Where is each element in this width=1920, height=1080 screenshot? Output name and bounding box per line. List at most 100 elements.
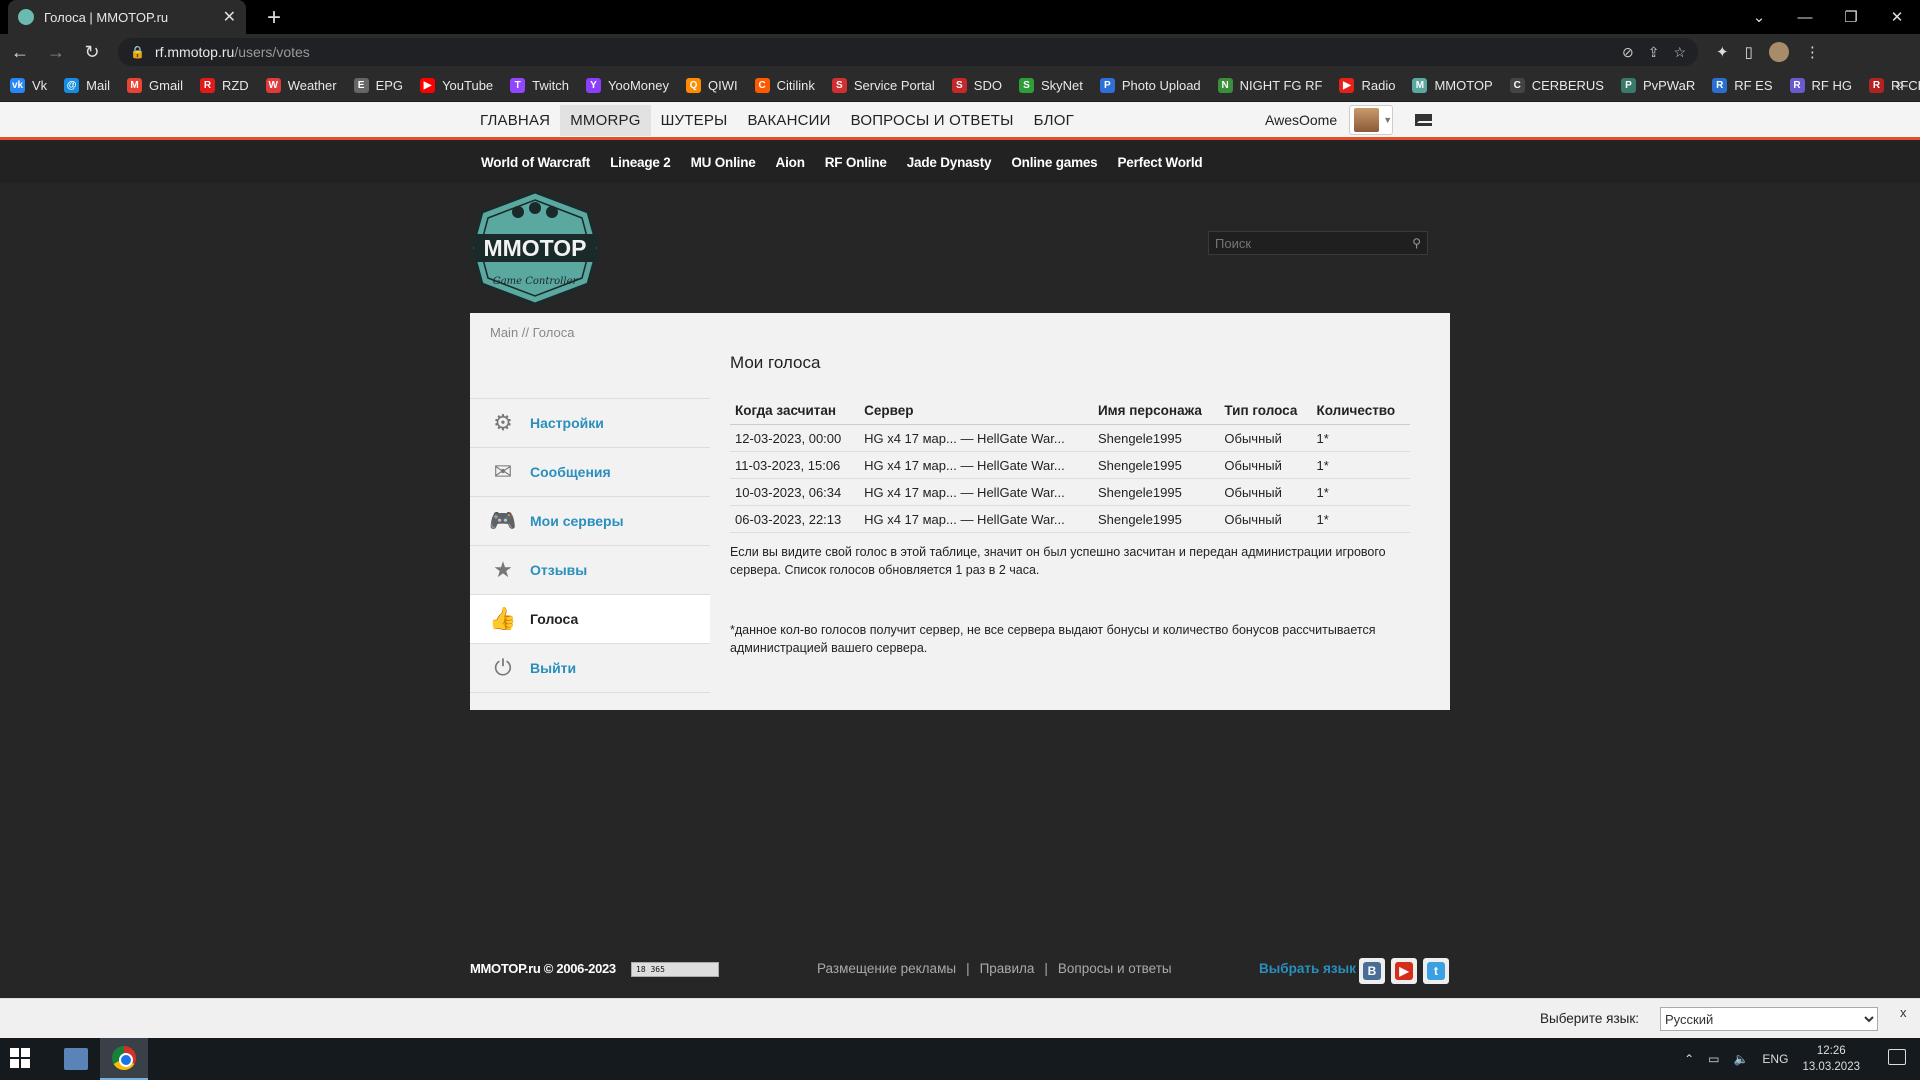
bookmark-item[interactable]: P Photo Upload [1099,78,1201,93]
bookmark-item[interactable]: Y YooMoney [586,78,669,93]
table-row: 12-03-2023, 00:00 HG x4 17 мар... — HellG… [730,424,1410,452]
game-link[interactable]: World of Warcraft [481,155,590,170]
game-link[interactable]: Lineage 2 [610,155,671,170]
bookmark-item[interactable]: Q QIWI [685,78,738,93]
profile-avatar[interactable] [1768,42,1789,62]
restore-icon[interactable]: ❐ [1828,0,1874,34]
username[interactable]: AwesOome [1265,112,1337,128]
game-link[interactable]: Perfect World [1118,155,1203,170]
sidebar-item[interactable]: ⏻ Выйти [470,644,710,693]
main-menu-item[interactable]: ВАКАНСИИ [738,105,841,136]
volume-icon[interactable]: 🔈 [1733,1052,1748,1066]
footer-link[interactable]: Правила [980,961,1035,976]
browser-tab[interactable]: Голоса | MMOTOP.ru ✕ [8,0,246,34]
sidebar-item[interactable]: 👍 Голоса [470,595,710,644]
bookmark-item[interactable]: E EPG [353,78,403,93]
language-select[interactable]: Русский [1660,1007,1878,1031]
game-link[interactable]: Aion [776,155,805,170]
back-button[interactable]: ← [4,36,36,68]
bookmark-favicon-icon: @ [64,78,80,93]
main-menu-item[interactable]: БЛОГ [1024,105,1084,136]
main-menu-item[interactable]: ШУТЕРЫ [651,105,738,136]
server-name[interactable]: HG x4 17 мар... — HellGate War... [859,505,1093,533]
forward-button[interactable]: → [40,36,72,68]
main-menu-item[interactable]: MMORPG [560,104,651,136]
bookmark-item[interactable]: S Service Portal [831,78,935,93]
extensions-icon[interactable]: ✦ [1716,43,1729,61]
bookmark-item[interactable]: C CERBERUS [1509,78,1604,93]
menu-icon[interactable]: ⋮ [1805,43,1820,61]
breadcrumb[interactable]: Main // Голоса [490,325,574,340]
sidebar-item-label: Сообщения [530,464,611,480]
clock[interactable]: 12:26 13.03.2023 [1802,1043,1860,1075]
search-icon[interactable]: ⚲ [1412,236,1421,250]
bookmark-item[interactable]: T Twitch [510,78,569,93]
bookmark-item[interactable]: @ Mail [64,78,110,93]
mail-icon[interactable] [1415,114,1433,126]
gear-icon: ⚙ [493,410,513,435]
mmotop-logo[interactable]: MMOTOP Game Controller [470,190,600,306]
bookmark-item[interactable]: ▶ Radio [1339,78,1395,93]
close-language-bar-icon[interactable]: x [1900,1005,1907,1020]
game-link[interactable]: RF Online [825,155,887,170]
sidebar-item[interactable]: ⚙ Настройки [470,399,710,448]
main-menu-item[interactable]: ГЛАВНАЯ [470,105,560,136]
taskbar-app-icon[interactable] [52,1038,100,1080]
taskbar-chrome-icon[interactable] [100,1038,148,1080]
game-link[interactable]: MU Online [691,155,756,170]
close-tab-icon[interactable]: ✕ [223,7,236,27]
footer-link[interactable]: Размещение рекламы [817,961,956,976]
bookmark-item[interactable]: W Weather [265,78,337,93]
sidebar-item[interactable]: 🎮 Мои серверы [470,497,710,546]
bookmark-item[interactable]: S SDO [951,78,1002,93]
bookmark-item[interactable]: P PvPWaR [1620,78,1695,93]
bookmark-item[interactable]: R RZD [199,78,249,93]
address-bar[interactable]: 🔒 rf.mmotop.ru/users/votes ⊘ ⇪ ☆ [118,38,1698,66]
bookmark-item[interactable]: vk Vk [10,78,47,93]
new-tab-button[interactable]: + [260,4,288,32]
reload-button[interactable]: ↻ [76,36,108,68]
bookmark-item[interactable]: N NIGHT FG RF [1217,78,1322,93]
visit-counter[interactable]: 18 365 [631,962,719,977]
vote-count: 1* [1311,451,1410,479]
minimize-icon[interactable]: — [1782,0,1828,34]
bookmark-item[interactable]: R RF HG [1789,78,1852,93]
main-menu-item[interactable]: ВОПРОСЫ И ОТВЕТЫ [841,105,1024,136]
share-icon[interactable]: ⇪ [1648,44,1660,61]
game-link[interactable]: Jade Dynasty [907,155,992,170]
vk-icon[interactable]: В [1359,958,1385,984]
windows-start-icon[interactable] [10,1048,30,1068]
server-name[interactable]: HG x4 17 мар... — HellGate War... [859,451,1093,479]
side-panel-icon[interactable]: ▯ [1745,43,1753,61]
bookmark-item[interactable]: R RF ES [1712,78,1773,93]
bookmarks-overflow-icon[interactable]: » [1896,76,1904,93]
sidebar-item[interactable]: ★ Отзывы [470,546,710,595]
bookmark-item[interactable]: S SkyNet [1018,78,1083,93]
bookmark-item[interactable]: C Citilink [754,78,815,93]
network-icon[interactable]: ▭ [1708,1052,1719,1066]
bookmark-item[interactable]: M MMOTOP [1412,78,1493,93]
twitter-icon[interactable]: t [1423,958,1449,984]
sidebar-item[interactable]: ✉ Сообщения [470,448,710,497]
search-input[interactable] [1215,235,1395,251]
bookmark-item[interactable]: RRFCH [1868,78,1920,93]
bookmark-star-icon[interactable]: ☆ [1673,44,1686,61]
chevron-up-icon[interactable]: ⌃ [1684,1052,1694,1066]
choose-language-link[interactable]: Выбрать язык [1259,961,1356,976]
input-language[interactable]: ENG [1762,1052,1788,1066]
youtube-icon[interactable]: ▶ [1391,958,1417,984]
game-link[interactable]: Online games [1011,155,1097,170]
bookmark-item[interactable]: ▶ YouTube [420,78,493,93]
notifications-icon[interactable] [1888,1049,1906,1065]
tab-search-icon[interactable]: ⌄ [1736,0,1782,34]
user-avatar-dropdown[interactable]: ▼ [1349,105,1394,135]
footer-link[interactable]: Вопросы и ответы [1058,961,1172,976]
bookmark-item[interactable]: M Gmail [127,78,183,93]
eye-off-icon[interactable]: ⊘ [1622,44,1634,61]
close-window-icon[interactable]: ✕ [1874,0,1920,34]
sidebar-item-label: Отзывы [530,562,588,578]
language-bar: Выберите язык: Русский x [0,998,1920,1038]
server-name[interactable]: HG x4 17 мар... — HellGate War... [859,478,1093,506]
lock-icon[interactable]: 🔒 [130,45,145,59]
server-name[interactable]: HG x4 17 мар... — HellGate War... [859,424,1093,452]
